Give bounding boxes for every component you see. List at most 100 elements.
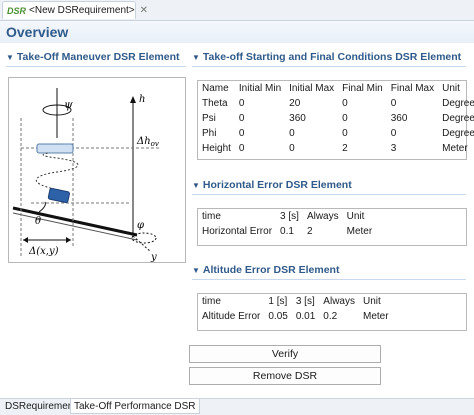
altitude-error-table: time 1 [s] 3 [s] Always Unit Altitude Er… xyxy=(197,293,467,331)
column-header: Unit xyxy=(346,211,365,222)
editor-tab[interactable]: DSR <New DSRequirement> ✕ xyxy=(2,1,148,19)
table-cell[interactable]: Theta xyxy=(198,96,235,111)
table-cell[interactable]: Degree xyxy=(438,126,474,141)
y-label: y xyxy=(150,252,157,262)
dxy-arrow-left xyxy=(23,237,28,243)
table-cell[interactable]: 0 xyxy=(235,141,285,156)
table-cell[interactable]: 0.01 xyxy=(292,309,319,324)
chevron-down-icon[interactable]: ▼ xyxy=(192,181,200,190)
table-row[interactable]: Horizontal Error 0.1 2 Meter xyxy=(198,224,376,239)
column-header: time xyxy=(202,211,221,222)
section-divider xyxy=(192,279,466,280)
section-title: Altitude Error DSR Element xyxy=(202,264,340,276)
table-cell[interactable]: 0 xyxy=(338,96,387,111)
chevron-down-icon[interactable]: ▼ xyxy=(192,266,200,275)
ground-slope xyxy=(12,206,138,237)
table-cell[interactable]: 0 xyxy=(285,141,338,156)
table-cell[interactable]: Psi xyxy=(198,111,235,126)
delta-xy-label: Δ(x,y) xyxy=(28,246,59,257)
table-cell[interactable]: Degree xyxy=(438,96,474,111)
section-divider xyxy=(192,66,466,67)
takeoff-diagram: ψ h Δhov θ φ y Δ(x,y) xyxy=(8,77,186,263)
takeoff-diagram-svg: ψ h Δhov θ φ y Δ(x,y) xyxy=(12,88,159,263)
form-header: Overview xyxy=(0,21,474,43)
table-cell[interactable]: 0.1 xyxy=(276,224,303,239)
close-icon[interactable]: ✕ xyxy=(140,5,148,16)
start-final-table: Name Initial Min Initial Max Final Min F… xyxy=(197,80,474,160)
table-cell[interactable]: 0 xyxy=(387,126,438,141)
section-altitude-error[interactable]: ▼ Altitude Error DSR Element xyxy=(192,263,339,277)
table-cell[interactable]: 360 xyxy=(285,111,338,126)
table-cell[interactable]: 360 xyxy=(387,111,438,126)
table-cell[interactable]: 2 xyxy=(303,224,343,239)
tab-dsrequirement[interactable]: DSRequirement xyxy=(2,399,79,414)
chevron-down-icon[interactable]: ▼ xyxy=(192,53,200,62)
table-cell[interactable]: Meter xyxy=(343,224,377,239)
table-cell[interactable]: 0 xyxy=(235,96,285,111)
table-row[interactable]: Phi 0 0 0 0 Degree xyxy=(198,126,474,141)
verify-button[interactable]: Verify xyxy=(189,345,381,363)
dsr-app-icon: DSR xyxy=(7,5,27,16)
page-title: Overview xyxy=(6,24,69,40)
table-cell[interactable]: 0.2 xyxy=(319,309,359,324)
dxy-arrow-right xyxy=(66,237,71,243)
table-row[interactable]: Height 0 0 2 3 Meter xyxy=(198,141,474,156)
table-header-row: time 3 [s] Always Unit xyxy=(198,209,376,224)
table-cell[interactable]: Degree xyxy=(438,111,474,126)
psi-label: ψ xyxy=(64,98,73,111)
table-cell[interactable]: Meter xyxy=(359,309,393,324)
table-cell[interactable]: 20 xyxy=(285,96,338,111)
section-title: Take-off Starting and Final Conditions D… xyxy=(202,51,462,63)
delta-h-sub: ov xyxy=(151,140,159,148)
column-header: Initial Max xyxy=(289,83,335,94)
column-header: Final Max xyxy=(390,83,435,94)
table-cell[interactable]: 0 xyxy=(235,111,285,126)
table-cell[interactable]: 0 xyxy=(387,96,438,111)
column-header: 3 [s] xyxy=(280,211,299,222)
editor-tab-bar: DSR <New DSRequirement> ✕ xyxy=(0,0,474,21)
table-row[interactable]: Psi 0 360 0 360 Degree xyxy=(198,111,474,126)
table-cell[interactable]: 2 xyxy=(338,141,387,156)
column-header: Initial Min xyxy=(238,83,282,94)
section-divider xyxy=(6,66,186,67)
y-axis xyxy=(132,235,152,253)
table-cell[interactable]: 0.05 xyxy=(264,309,291,324)
table-cell[interactable]: Altitude Error xyxy=(198,309,264,324)
section-start-final[interactable]: ▼ Take-off Starting and Final Conditions… xyxy=(192,50,461,64)
drone-ground xyxy=(47,187,70,204)
table-row[interactable]: Altitude Error 0.05 0.01 0.2 Meter xyxy=(198,309,393,324)
theta-label: θ xyxy=(35,216,41,227)
ground-shadow xyxy=(12,212,138,241)
table-header-row: Name Initial Min Initial Max Final Min F… xyxy=(198,81,474,96)
delta-h-main: Δh xyxy=(136,136,151,147)
drone-target xyxy=(36,143,74,154)
column-header: Unit xyxy=(442,83,460,94)
table-cell[interactable]: Horizontal Error xyxy=(198,224,276,239)
table-cell[interactable]: 0 xyxy=(338,126,387,141)
section-title: Take-Off Maneuver DSR Element xyxy=(16,51,180,63)
roll-rotation-arc xyxy=(131,232,157,244)
table-cell[interactable]: Height xyxy=(198,141,235,156)
column-header: Unit xyxy=(362,296,381,307)
chevron-down-icon[interactable]: ▼ xyxy=(6,53,14,62)
horizontal-error-table: time 3 [s] Always Unit Horizontal Error … xyxy=(197,208,467,246)
tab-takeoff-performance-dsr[interactable]: Take-Off Performance DSR xyxy=(70,399,200,414)
table-cell[interactable]: 0 xyxy=(235,126,285,141)
table-cell[interactable]: Phi xyxy=(198,126,235,141)
section-title: Horizontal Error DSR Element xyxy=(202,179,352,191)
remove-dsr-button[interactable]: Remove DSR xyxy=(189,367,381,385)
table-row[interactable]: Theta 0 20 0 0 Degree xyxy=(198,96,474,111)
table-cell[interactable]: 0 xyxy=(285,126,338,141)
column-header: 3 [s] xyxy=(295,296,315,307)
page-tab-bar: DSRequirement Take-Off Performance DSR xyxy=(0,398,474,415)
section-takeoff-maneuver[interactable]: ▼ Take-Off Maneuver DSR Element xyxy=(6,50,180,64)
column-header: Name xyxy=(202,83,229,94)
table-cell[interactable]: 3 xyxy=(387,141,438,156)
section-horizontal-error[interactable]: ▼ Horizontal Error DSR Element xyxy=(192,178,352,192)
table-cell[interactable]: 0 xyxy=(338,111,387,126)
h-label: h xyxy=(139,94,145,105)
table-cell[interactable]: Meter xyxy=(438,141,474,156)
column-header: time xyxy=(202,296,221,307)
column-header: Always xyxy=(323,296,355,307)
column-header: 1 [s] xyxy=(268,296,288,307)
